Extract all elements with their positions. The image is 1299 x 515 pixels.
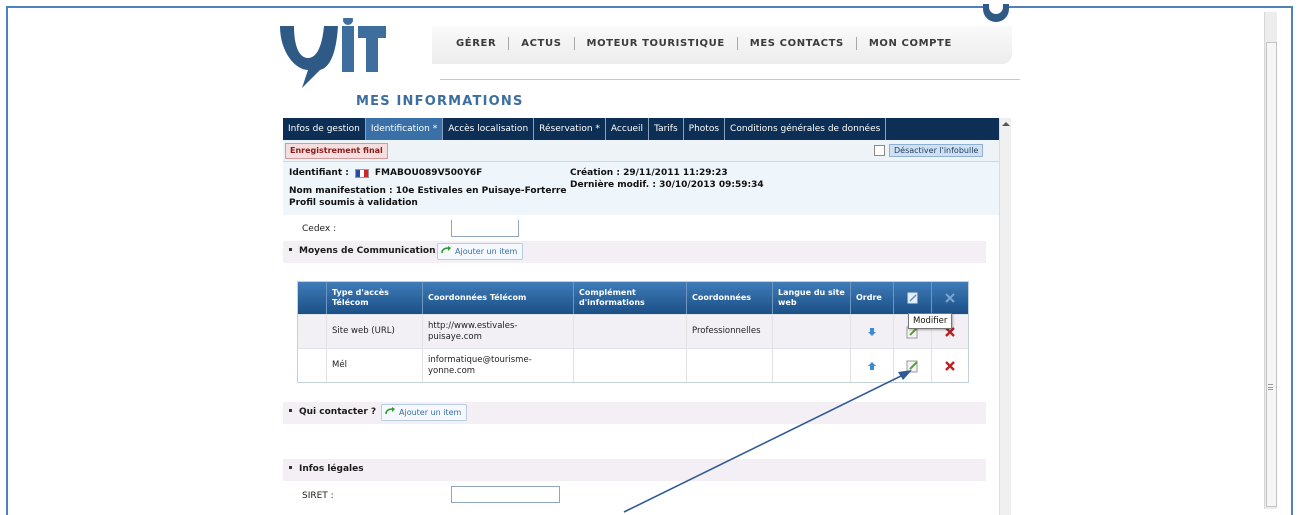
modifier-tooltip: Modifier xyxy=(908,313,953,329)
delete-header-icon xyxy=(945,293,955,303)
table-row: Site web (URL) http://www.estivales-puis… xyxy=(298,314,968,348)
cell-langue xyxy=(772,349,850,382)
cell-type: Mél xyxy=(326,349,422,382)
infobulle-checkbox[interactable] xyxy=(874,145,885,156)
bullet-icon xyxy=(289,409,292,412)
cell-complement xyxy=(573,315,686,348)
last-modified-date: Dernière modif. : 30/10/2013 09:59:34 xyxy=(570,180,764,190)
cell-delete xyxy=(931,349,968,382)
add-item-label: Ajouter un item xyxy=(399,408,462,417)
section-moyens-communication: Moyens de Communication Ajouter un item xyxy=(283,241,986,263)
cell-edit xyxy=(893,349,931,382)
infobulle-label[interactable]: Désactiver l'infobulle xyxy=(889,144,984,157)
communication-table: Type d'accès Télécom Coordonnées Télécom… xyxy=(297,281,969,383)
identifiant-label: Identifiant : xyxy=(289,168,349,178)
tab-infos-de-gestion[interactable]: Infos de gestion xyxy=(283,118,366,140)
nav-actus[interactable]: ACTUS xyxy=(508,37,573,50)
profile-status: Profil soumis à validation xyxy=(289,198,418,208)
cell-coordonnees-telecom: http://www.estivales-puisaye.com xyxy=(422,315,573,348)
logo xyxy=(278,15,388,93)
scrollbar-thumb[interactable] xyxy=(1266,42,1277,507)
bullet-icon xyxy=(289,248,292,251)
col-coordonnees-telecom: Coordonnées Télécom xyxy=(422,282,573,314)
header-divider xyxy=(440,79,1020,80)
siret-input[interactable] xyxy=(451,486,560,503)
page-title: MES INFORMATIONS xyxy=(356,94,524,109)
section-qui-contacter: Qui contacter ? Ajouter un item xyxy=(283,402,986,424)
tab-identification[interactable]: Identification * xyxy=(365,118,444,140)
tab-accueil[interactable]: Accueil xyxy=(606,118,650,140)
move-up-icon[interactable] xyxy=(867,361,877,371)
cell-ordre xyxy=(850,349,893,382)
cell-complement xyxy=(573,349,686,382)
bullet-icon xyxy=(289,466,292,469)
delete-icon[interactable] xyxy=(943,359,957,373)
tab-photos[interactable]: Photos xyxy=(684,118,726,140)
table-row: Mél informatique@tourisme-yonne.com xyxy=(298,348,968,382)
tab-acces-localisation[interactable]: Accès localisation xyxy=(443,118,535,140)
col-ordre: Ordre xyxy=(850,282,893,314)
cell-coordonnees: Professionnelles xyxy=(686,315,772,348)
creation-date: Création : 29/11/2011 11:29:23 xyxy=(570,168,728,178)
section-title: Moyens de Communication xyxy=(289,246,436,256)
col-delete xyxy=(931,282,968,314)
tab-tarifs[interactable]: Tarifs xyxy=(649,118,684,140)
cell-coordonnees xyxy=(686,349,772,382)
section-title-text: Qui contacter ? xyxy=(299,407,377,417)
infobulle-toggle[interactable]: Désactiver l'infobulle xyxy=(874,144,984,157)
siret-label: SIRET : xyxy=(302,491,334,501)
add-communication-button[interactable]: Ajouter un item xyxy=(437,243,524,260)
cell-ordre xyxy=(850,315,893,348)
cedex-label: Cedex : xyxy=(302,224,337,234)
section-title: Infos légales xyxy=(289,464,364,474)
add-item-label: Ajouter un item xyxy=(455,247,518,256)
section-title-text: Infos légales xyxy=(299,464,364,474)
top-navigation: GÉRER ACTUS MOTEUR TOURISTIQUE MES CONTA… xyxy=(432,26,1012,64)
add-arrow-icon xyxy=(441,246,451,254)
tab-reservation[interactable]: Réservation * xyxy=(534,118,606,140)
tab-bar: Infos de gestion Identification * Accès … xyxy=(283,118,999,140)
nav-mon-compte[interactable]: MON COMPTE xyxy=(855,37,964,50)
edit-icon[interactable] xyxy=(906,359,920,373)
add-arrow-icon xyxy=(385,407,395,415)
nav-mes-contacts[interactable]: MES CONTACTS xyxy=(736,37,856,50)
col-coordonnees: Coordonnées xyxy=(686,282,772,314)
cell-langue xyxy=(772,315,850,348)
nav-gerer[interactable]: GÉRER xyxy=(444,37,508,50)
scrollbar-grip-icon xyxy=(1268,384,1273,390)
table-header: Type d'accès Télécom Coordonnées Télécom… xyxy=(298,282,968,314)
cell-coordonnees-telecom: informatique@tourisme-yonne.com xyxy=(422,349,573,382)
french-flag-icon xyxy=(354,168,369,178)
scroll-up-arrow-icon[interactable] xyxy=(1002,122,1010,126)
cedex-input[interactable] xyxy=(451,220,519,237)
col-type-acces: Type d'accès Télécom xyxy=(326,282,422,314)
section-title-text: Moyens de Communication xyxy=(299,246,436,256)
add-contact-button[interactable]: Ajouter un item xyxy=(381,404,468,421)
logo-icon xyxy=(280,15,386,88)
nav-moteur-touristique[interactable]: MOTEUR TOURISTIQUE xyxy=(573,37,737,50)
col-langue: Langue du site web xyxy=(772,282,850,314)
col-complement: Complément d'informations xyxy=(573,282,686,314)
content-scrollbar[interactable] xyxy=(999,118,1011,515)
tab-conditions-generales[interactable]: Conditions générales de données xyxy=(725,118,887,140)
identifiant-value: FMABOU089V500Y6F xyxy=(374,168,483,178)
record-info: Identifiant : FMABOU089V500Y6F Nom manif… xyxy=(283,162,999,215)
section-title: Qui contacter ? xyxy=(289,407,376,417)
enregistrement-final-button[interactable]: Enregistrement final xyxy=(285,143,388,159)
move-down-icon[interactable] xyxy=(867,327,877,337)
identifiant-line: Identifiant : FMABOU089V500Y6F xyxy=(289,168,482,178)
page-scrollbar[interactable] xyxy=(1264,12,1277,509)
cell-type: Site web (URL) xyxy=(326,315,422,348)
col-edit xyxy=(893,282,931,314)
sub-toolbar: Enregistrement final Désactiver l'infobu… xyxy=(283,140,999,162)
manifestation-name: Nom manifestation : 10e Estivales en Pui… xyxy=(289,186,567,196)
edit-header-icon xyxy=(907,292,917,304)
section-infos-legales: Infos légales xyxy=(283,459,986,481)
